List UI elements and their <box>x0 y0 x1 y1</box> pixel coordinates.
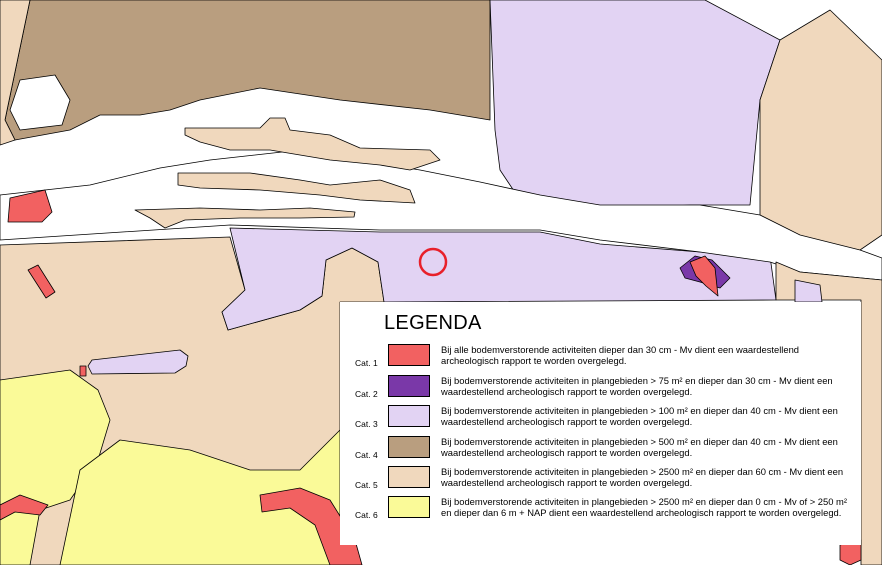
legend-category-label: Cat. 1 <box>355 358 378 368</box>
legend-category-label: Cat. 2 <box>355 389 378 399</box>
legend-description: Bij bodemverstorende activiteiten in pla… <box>441 405 838 428</box>
legend-description: Bij bodemverstorende activiteiten in pla… <box>441 466 844 489</box>
legend-row-cat3: Cat. 3 Bij bodemverstorende activiteiten… <box>340 405 861 435</box>
legend-row-cat6: Cat. 6 Bij bodemverstorende activiteiten… <box>340 496 861 526</box>
legend-row-cat2: Cat. 2 Bij bodemverstorende activiteiten… <box>340 375 861 405</box>
legend-swatch-cat2 <box>388 375 430 397</box>
legend-category-label: Cat. 3 <box>355 419 378 429</box>
legend-swatch-cat5 <box>388 466 430 488</box>
zone-cat5-ne <box>759 9 882 251</box>
zone-cat3-north <box>489 0 781 211</box>
legend-swatch-cat3 <box>388 405 430 427</box>
legend-category-label: Cat. 6 <box>355 510 378 520</box>
legend-description: Bij alle bodemverstorende activiteiten d… <box>441 344 800 367</box>
legend-row-cat5: Cat. 5 Bij bodemverstorende activiteiten… <box>340 466 861 496</box>
legend-row-cat1: Cat. 1 Bij alle bodemverstorende activit… <box>340 344 861 374</box>
legend-category-label: Cat. 5 <box>355 480 378 490</box>
legend-description: Bij bodemverstorende activiteiten in pla… <box>441 375 833 398</box>
legend-swatch-cat4 <box>388 436 430 458</box>
legend-swatch-cat6 <box>388 496 430 518</box>
legend-panel: LEGENDA Cat. 1 Bij alle bodemverstorende… <box>340 302 861 545</box>
legend-category-label: Cat. 4 <box>355 450 378 460</box>
legend-description: Bij bodemverstorende activiteiten in pla… <box>441 496 847 519</box>
zone-cat1-small <box>79 365 87 377</box>
legend-row-cat4: Cat. 4 Bij bodemverstorende activiteiten… <box>340 436 861 466</box>
legend-swatch-cat1 <box>388 344 430 366</box>
legend-description: Bij bodemverstorende activiteiten in pla… <box>441 436 838 459</box>
legend-title: LEGENDA <box>384 312 482 334</box>
